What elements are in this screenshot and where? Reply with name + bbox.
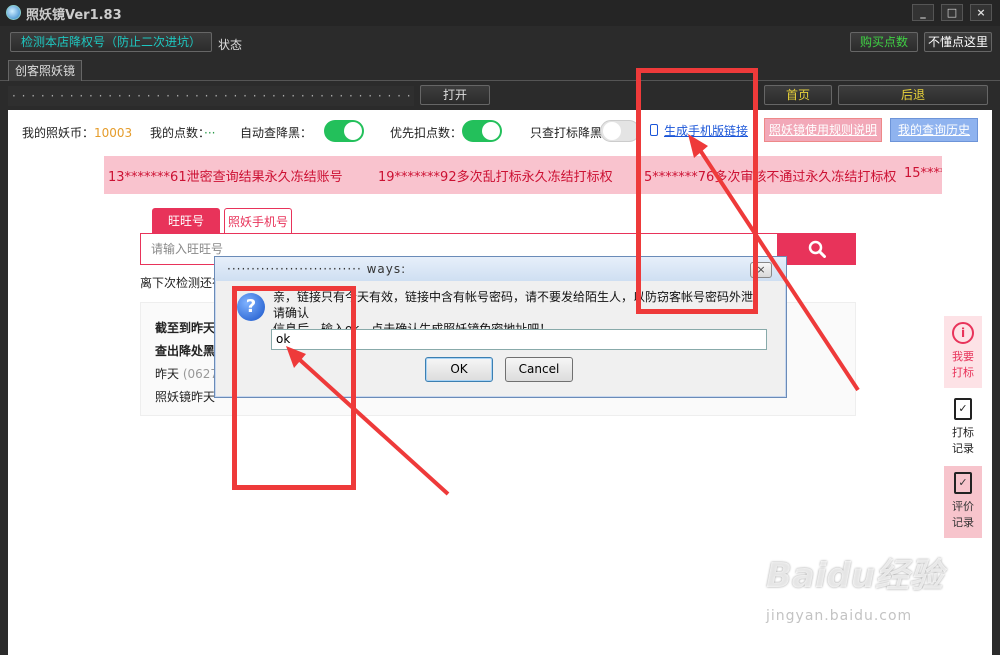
annotation-arrow <box>698 148 860 392</box>
watermark-logo: Baidu经验 <box>766 556 944 596</box>
watermark-url: jingyan.baidu.com <box>766 608 913 624</box>
annotation-arrow <box>298 358 450 496</box>
